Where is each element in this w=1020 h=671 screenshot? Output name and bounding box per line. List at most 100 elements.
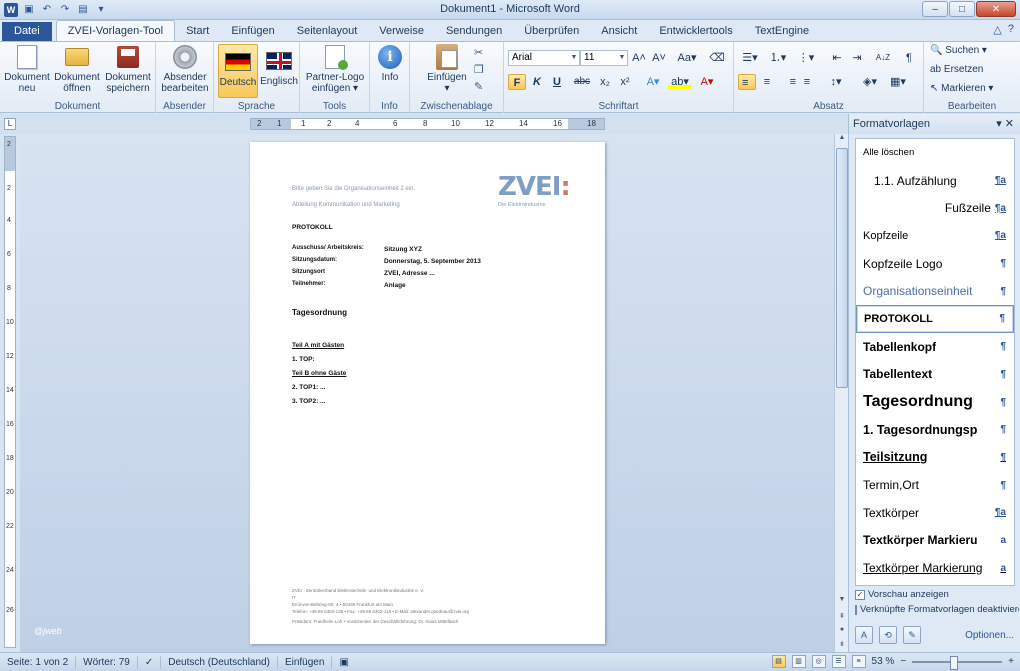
align-right-button[interactable]: ≡	[778, 74, 796, 90]
macro-record-icon[interactable]: ▣	[332, 656, 355, 669]
undo-icon[interactable]: ↶	[40, 3, 54, 17]
deutsch-button[interactable]: Deutsch	[218, 44, 258, 98]
highlight-button[interactable]: ab▾	[668, 74, 692, 90]
line-spacing-button[interactable]: ↕▾	[824, 74, 848, 90]
insert-mode[interactable]: Einfügen	[278, 655, 333, 669]
web-layout-view-icon[interactable]: ◎	[811, 655, 826, 668]
tab-selector[interactable]: L	[4, 118, 16, 130]
close-button[interactable]: ✕	[976, 1, 1016, 17]
superscript-button[interactable]: x²	[616, 74, 634, 90]
dokument-oeffnen-button[interactable]: Dokument öffnen	[52, 44, 102, 94]
grow-font-button[interactable]: A˄	[630, 50, 648, 66]
style-item[interactable]: Tabellentext ¶	[856, 361, 1014, 389]
style-item-alle-loeschen[interactable]: Alle löschen	[856, 139, 1014, 167]
tab-einfuegen[interactable]: Einfügen	[220, 22, 285, 41]
print-icon[interactable]: ▤	[76, 3, 90, 17]
zoom-level[interactable]: 53 %	[872, 656, 895, 667]
shrink-font-button[interactable]: A˅	[650, 50, 668, 66]
verknuepfte-checkbox[interactable]: Verknüpfte Formatvorlagen deaktivieren	[855, 604, 1019, 615]
style-item[interactable]: Termin,Ort ¶	[856, 471, 1014, 499]
style-item[interactable]: Fußzeile ¶a	[856, 194, 1014, 222]
format-painter-icon[interactable]: ✎	[474, 80, 483, 93]
zoom-in-button[interactable]: +	[1008, 656, 1014, 667]
tab-ansicht[interactable]: Ansicht	[590, 22, 648, 41]
zoom-slider[interactable]	[912, 655, 1003, 670]
decrease-indent-button[interactable]: ⇤	[828, 50, 846, 66]
proofing-icon[interactable]: ✓	[138, 655, 162, 669]
word-logo-icon[interactable]: W	[4, 2, 18, 17]
style-item[interactable]: Teilsitzung ¶	[856, 444, 1014, 472]
style-inspector-button[interactable]: ⟲	[879, 626, 897, 644]
tab-ueberpruefen[interactable]: Überprüfen	[513, 22, 590, 41]
copy-icon[interactable]: ❐	[474, 63, 484, 76]
italic-button[interactable]: K	[528, 74, 546, 90]
page-count[interactable]: Seite: 1 von 2	[0, 655, 77, 669]
word-count[interactable]: Wörter: 79	[76, 655, 138, 669]
subscript-button[interactable]: x₂	[596, 74, 614, 90]
horizontal-ruler[interactable]: 2 1 1 2 4 6 8 10 12 14 16 18	[250, 118, 605, 130]
document-area[interactable]: Bitte geben Sie die Organisationseinheit…	[20, 134, 834, 652]
style-item[interactable]: Kopfzeile ¶a	[856, 222, 1014, 250]
ersetzen-button[interactable]: ab Ersetzen	[930, 64, 983, 75]
borders-button[interactable]: ▦▾	[886, 74, 910, 90]
strikethrough-button[interactable]: abc	[570, 74, 594, 90]
previous-page-icon[interactable]: ⇞	[835, 612, 849, 624]
text-effects-button[interactable]: A▾	[644, 74, 662, 90]
change-case-button[interactable]: Aa▾	[674, 50, 700, 66]
style-item[interactable]: Textkörper Markierung a	[856, 554, 1014, 582]
pane-close-icon[interactable]: ▾ ✕	[996, 114, 1014, 134]
tab-entwicklertools[interactable]: Entwicklertools	[648, 22, 743, 41]
vorschau-anzeigen-checkbox[interactable]: ✓ Vorschau anzeigen	[855, 589, 949, 600]
style-item[interactable]: Tagesordnung ¶	[856, 388, 1014, 416]
absender-bearbeiten-button[interactable]: Absender bearbeiten	[159, 44, 211, 94]
align-center-button[interactable]: ≡	[758, 74, 776, 90]
tab-start[interactable]: Start	[175, 22, 220, 41]
tab-zvei-vorlagen-tool[interactable]: ZVEI-Vorlagen-Tool	[55, 20, 176, 41]
document-page[interactable]: Bitte geben Sie die Organisationseinheit…	[250, 142, 605, 644]
manage-styles-button[interactable]: ✎	[903, 626, 921, 644]
next-page-icon[interactable]: ⇟	[835, 640, 849, 652]
font-name-combo[interactable]: Arial ▼	[508, 50, 580, 66]
underline-button[interactable]: U	[548, 74, 566, 90]
scroll-down-icon[interactable]: ▼	[835, 596, 849, 608]
vertical-ruler[interactable]: 2 2 4 6 8 10 12 14 16 18 20 22 24 26	[4, 136, 16, 648]
help-icon[interactable]: ?	[1008, 23, 1014, 36]
dokument-neu-button[interactable]: Dokument neu	[4, 44, 50, 94]
browse-object-icon[interactable]: ●	[835, 626, 849, 638]
save-icon[interactable]: ▣	[22, 3, 36, 17]
einfuegen-button[interactable]: Einfügen ▾	[424, 44, 470, 94]
font-size-combo[interactable]: 11 ▼	[580, 50, 628, 66]
bullets-button[interactable]: ☰▾	[738, 50, 762, 66]
increase-indent-button[interactable]: ⇥	[848, 50, 866, 66]
style-item[interactable]: Tabellenkopf ¶	[856, 333, 1014, 361]
cut-icon[interactable]: ✂	[474, 46, 483, 59]
englisch-button[interactable]: Englisch	[259, 44, 299, 87]
minimize-button[interactable]: –	[922, 1, 948, 17]
dokument-speichern-button[interactable]: Dokument speichern	[102, 44, 154, 94]
partner-logo-button[interactable]: Partner-Logo einfügen ▾	[303, 44, 367, 94]
outline-view-icon[interactable]: ☰	[831, 655, 846, 668]
draft-view-icon[interactable]: ≡	[851, 655, 866, 668]
numbering-button[interactable]: ⒈▾	[766, 50, 790, 66]
markieren-button[interactable]: ↖ Markieren ▾	[930, 83, 993, 94]
tab-seitenlayout[interactable]: Seitenlayout	[286, 22, 369, 41]
language[interactable]: Deutsch (Deutschland)	[161, 655, 278, 669]
tab-datei[interactable]: Datei	[2, 22, 52, 41]
info-button[interactable]: i Info	[374, 44, 406, 83]
tab-verweise[interactable]: Verweise	[368, 22, 435, 41]
zoom-out-button[interactable]: −	[900, 656, 906, 667]
styles-list[interactable]: Alle löschen 1.1. Aufzählung ¶a Fußzeile ¶…	[855, 138, 1015, 586]
sort-button[interactable]: A↓Z	[872, 50, 894, 66]
tab-sendungen[interactable]: Sendungen	[435, 22, 513, 41]
multilevel-list-button[interactable]: ⋮▾	[794, 50, 818, 66]
redo-icon[interactable]: ↷	[58, 3, 72, 17]
style-item[interactable]: Organisationseinheit ¶	[856, 277, 1014, 305]
tab-textengine[interactable]: TextEngine	[744, 22, 820, 41]
style-item[interactable]: Kopfzeile Logo ¶	[856, 250, 1014, 278]
style-item[interactable]: 1. Tagesordnungsp ¶	[856, 416, 1014, 444]
shading-button[interactable]: ◈▾	[858, 74, 882, 90]
style-item[interactable]: 1.1. Aufzählung ¶a	[856, 167, 1014, 195]
optionen-link[interactable]: Optionen...	[965, 630, 1014, 641]
suchen-button[interactable]: 🔍 Suchen ▾	[930, 45, 987, 56]
justify-button[interactable]: ≡	[798, 74, 816, 90]
